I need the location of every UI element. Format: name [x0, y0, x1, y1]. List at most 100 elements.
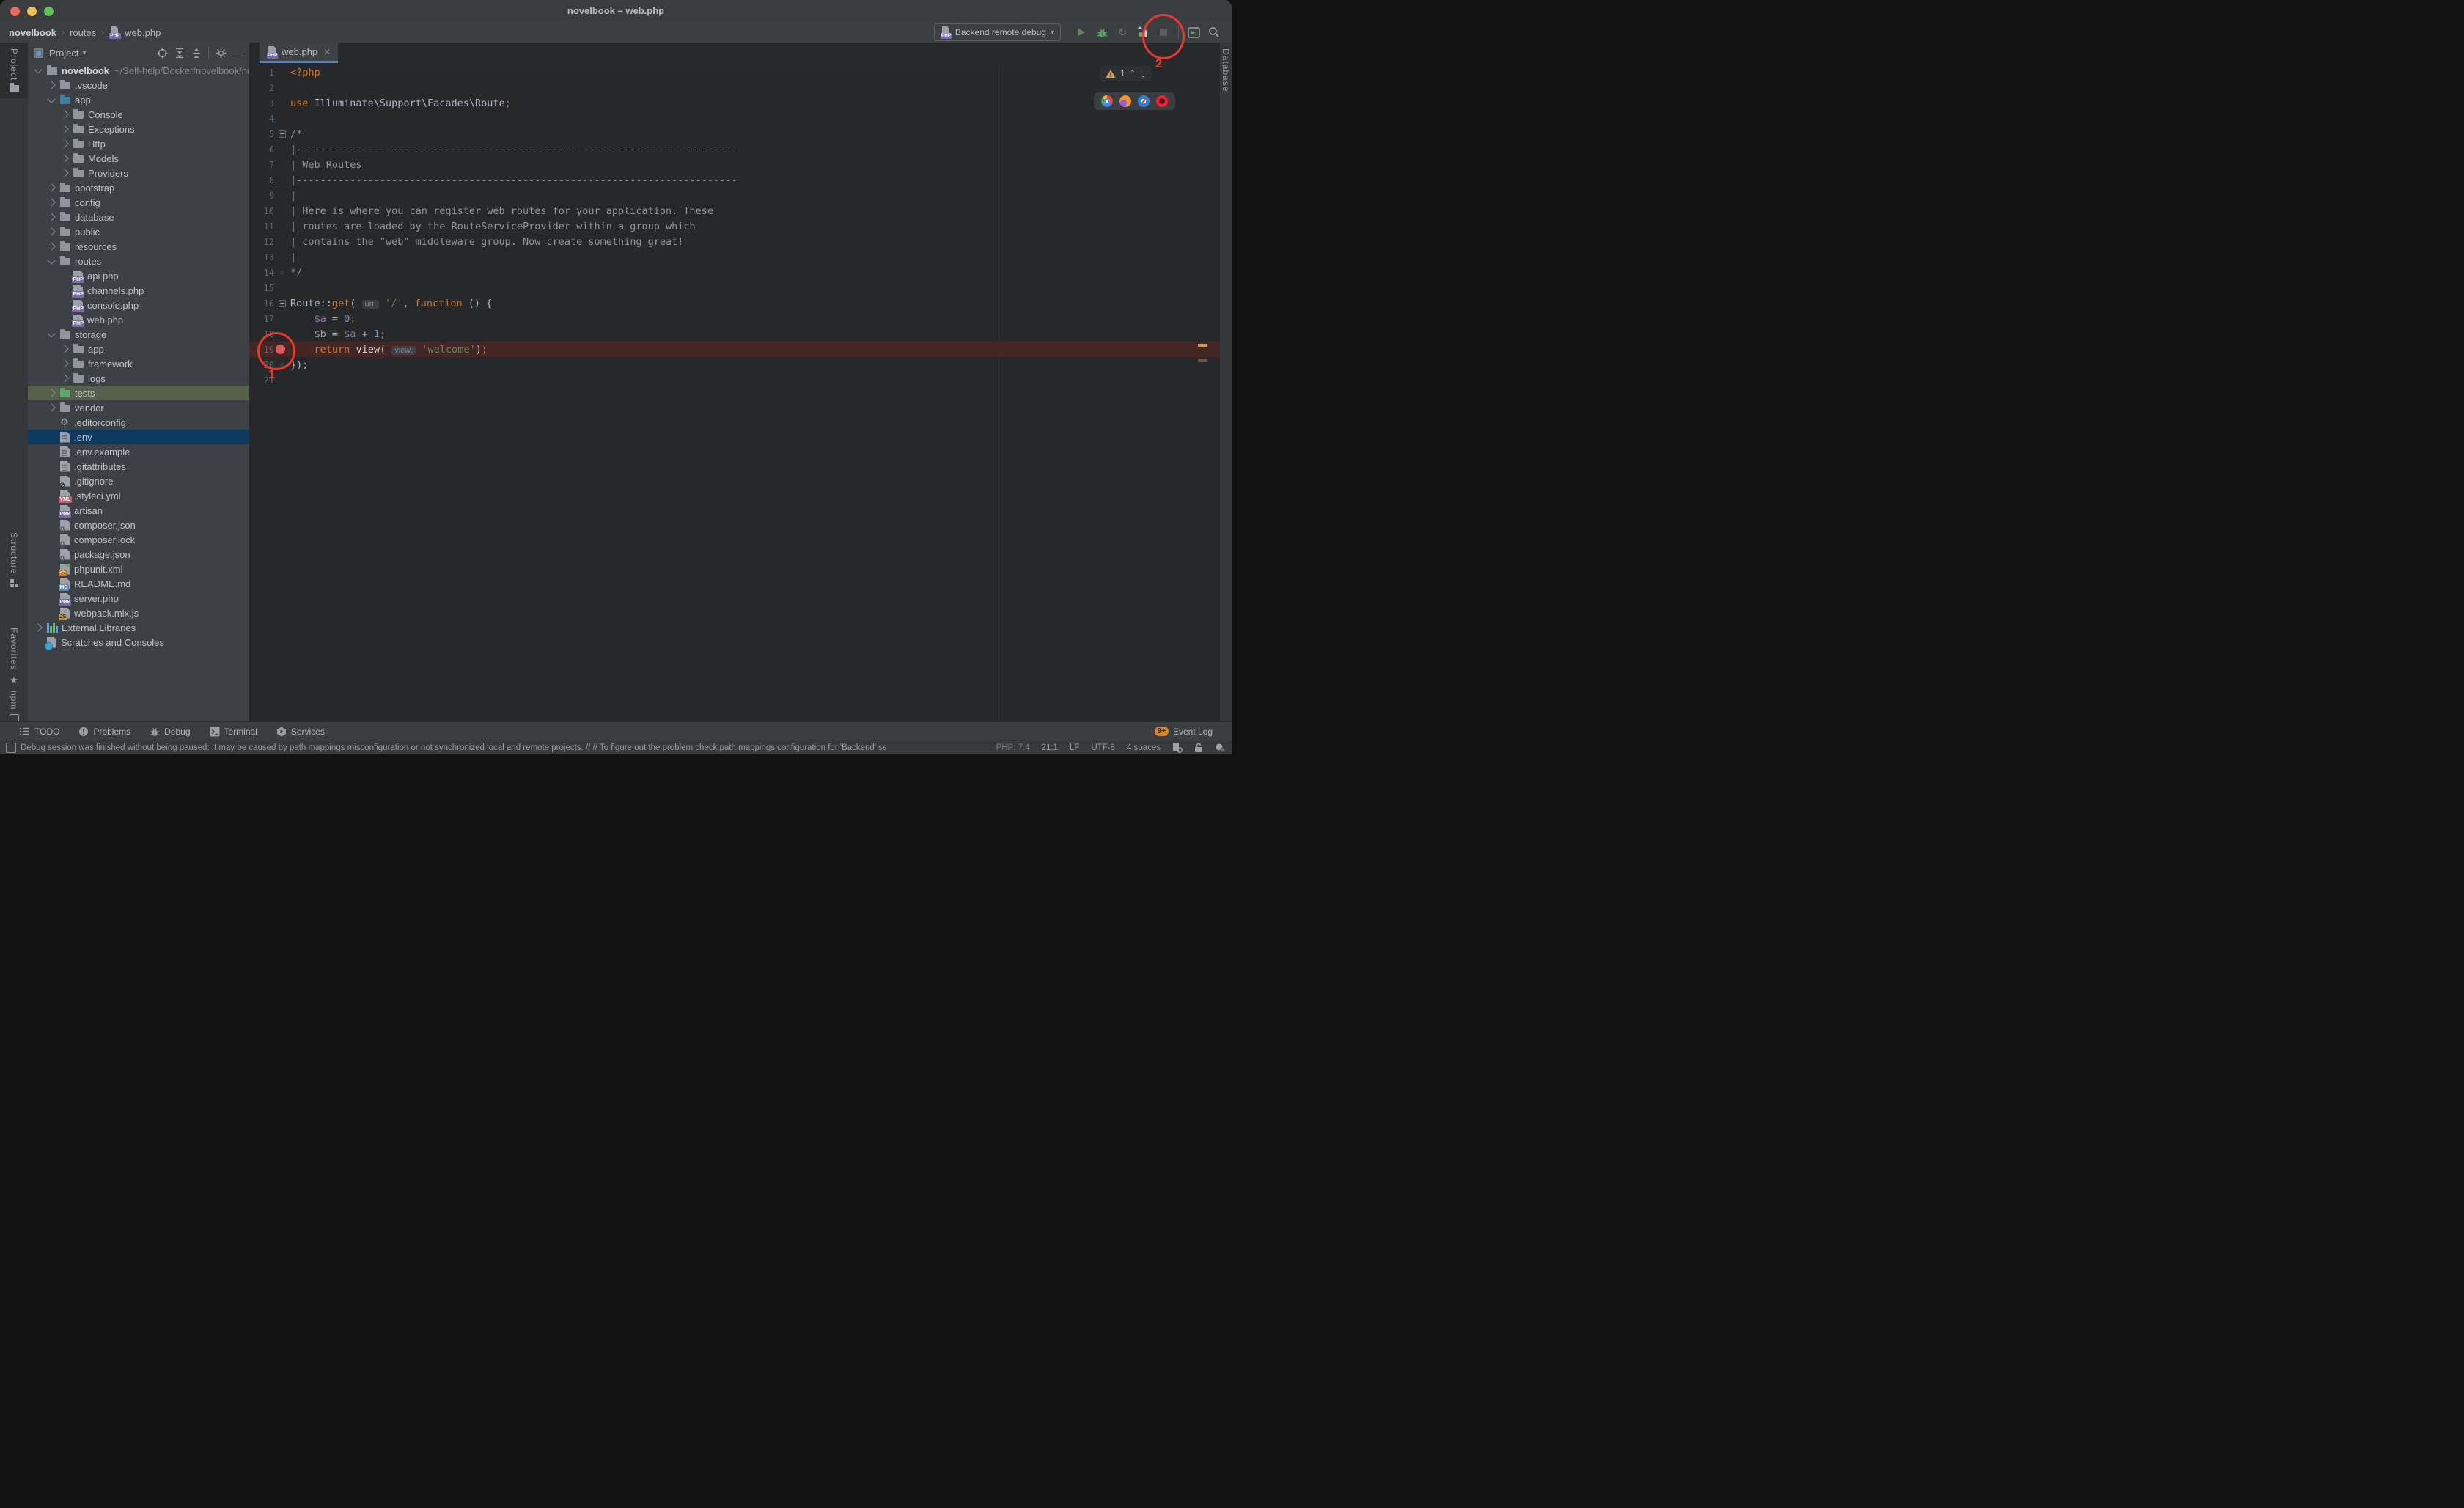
code-editor[interactable]: 1<?php23use Illuminate\Support\Facades\R… — [249, 63, 1220, 721]
hide-panel-icon[interactable]: — — [233, 49, 243, 56]
chevron-down-icon[interactable] — [47, 256, 55, 264]
tree-item-scratches-and-consoles[interactable]: Scratches and Consoles — [28, 635, 249, 650]
fold-marker-icon[interactable] — [279, 130, 286, 138]
tree-item-package-json[interactable]: {}package.json — [28, 547, 249, 562]
fold-end-icon[interactable]: ⌂ — [280, 268, 284, 276]
tree-item-http[interactable]: Http — [28, 136, 249, 151]
sidebar-tab-database[interactable]: Database — [1220, 45, 1232, 95]
php-interpreter-icon[interactable] — [1172, 743, 1183, 753]
code-line-6[interactable]: 6|--------------------------------------… — [249, 141, 1220, 157]
chevron-right-icon[interactable] — [60, 169, 68, 177]
tree-item-storage[interactable]: storage — [28, 327, 249, 342]
safari-browser-icon[interactable] — [1138, 95, 1150, 107]
tree-item-server-php[interactable]: PHPserver.php — [28, 591, 249, 606]
chevron-right-icon[interactable] — [60, 139, 68, 147]
tree-item-console-php[interactable]: PHPconsole.php — [28, 298, 249, 312]
line-number[interactable]: 4 — [249, 114, 274, 124]
error-stripe-warning[interactable] — [1198, 344, 1207, 347]
tree-item-console[interactable]: Console — [28, 107, 249, 122]
event-log-button[interactable]: 9+ Event Log — [1155, 727, 1213, 737]
chevron-right-icon[interactable] — [60, 110, 68, 118]
line-number[interactable]: 7 — [249, 160, 274, 170]
tree-item-logs[interactable]: logs — [28, 371, 249, 386]
chevron-right-icon[interactable] — [47, 198, 55, 206]
tree-item-composer-lock[interactable]: {}composer.lock — [28, 532, 249, 547]
line-number[interactable]: 15 — [249, 283, 274, 293]
chevron-right-icon[interactable] — [47, 403, 55, 411]
gear-icon[interactable] — [216, 48, 227, 59]
locate-file-icon[interactable] — [157, 48, 168, 59]
toolwindow-button-terminal[interactable]: Terminal — [210, 727, 257, 737]
chevron-right-icon[interactable] — [47, 389, 55, 397]
code-line-18[interactable]: 18 $b = $a + 1; — [249, 326, 1220, 342]
chevron-right-icon[interactable] — [60, 374, 68, 382]
code-line-11[interactable]: 11| routes are loaded by the RouteServic… — [249, 218, 1220, 234]
tree-item-vendor[interactable]: vendor — [28, 400, 249, 415]
tree-item-database[interactable]: database — [28, 210, 249, 224]
tree-item-web-php[interactable]: PHPweb.php — [28, 312, 249, 327]
tree-item-external-libraries[interactable]: External Libraries — [28, 620, 249, 635]
code-line-13[interactable]: 13| — [249, 249, 1220, 265]
debug-button[interactable] — [1093, 23, 1111, 41]
toolwindow-button-problems[interactable]: Problems — [78, 727, 130, 737]
code-line-20[interactable]: 20⌂}); — [249, 357, 1220, 372]
toolwindow-button-todo[interactable]: TODO — [19, 727, 59, 737]
inspection-widget[interactable]: 1 ⌃ ⌃ — [1100, 66, 1152, 81]
tree-item-config[interactable]: config — [28, 195, 249, 210]
tree-item--env[interactable]: .env — [28, 430, 249, 444]
tree-item-tests[interactable]: tests — [28, 386, 249, 400]
code-line-4[interactable]: 4 — [249, 111, 1220, 126]
tree-item-public[interactable]: public — [28, 224, 249, 239]
expand-all-icon[interactable] — [174, 48, 185, 59]
tree-item-routes[interactable]: routes — [28, 254, 249, 268]
chevron-right-icon[interactable] — [60, 125, 68, 133]
tree-item-channels-php[interactable]: PHPchannels.php — [28, 283, 249, 298]
tree-item-app[interactable]: app — [28, 92, 249, 107]
tree-item-app[interactable]: app — [28, 342, 249, 356]
toolwindow-toggle-icon[interactable] — [6, 743, 16, 753]
chevron-right-icon[interactable] — [60, 154, 68, 162]
tree-item-artisan[interactable]: PHPartisan — [28, 503, 249, 518]
line-number[interactable]: 9 — [249, 191, 274, 201]
line-number[interactable]: 6 — [249, 144, 274, 155]
run-configuration-select[interactable]: PHP Backend remote debug ▾ — [934, 23, 1061, 41]
php-version[interactable]: PHP: 7.4 — [996, 743, 1030, 752]
chevron-right-icon[interactable] — [47, 242, 55, 250]
code-line-14[interactable]: 14⌂*/ — [249, 265, 1220, 280]
chevron-right-icon[interactable] — [47, 81, 55, 89]
toolwindow-button-services[interactable]: Services — [276, 727, 325, 737]
tree-item--env-example[interactable]: .env.example — [28, 444, 249, 459]
chevron-down-icon[interactable] — [47, 95, 55, 103]
breadcrumb-file[interactable]: web.php — [125, 27, 161, 38]
tree-item--editorconfig[interactable]: ⚙.editorconfig — [28, 415, 249, 430]
tree-item-phpunit-xml[interactable]: <>phpunit.xml — [28, 562, 249, 576]
line-number[interactable]: 8 — [249, 175, 274, 185]
code-line-2[interactable]: 2 — [249, 80, 1220, 95]
close-tab-icon[interactable]: ✕ — [323, 47, 331, 57]
tree-item--styleci-yml[interactable]: YML.styleci.yml — [28, 488, 249, 503]
tree-item--vscode[interactable]: .vscode — [28, 78, 249, 92]
sidebar-tab-project[interactable]: Project — [0, 43, 28, 98]
tree-item-providers[interactable]: Providers — [28, 166, 249, 180]
code-line-15[interactable]: 15 — [249, 280, 1220, 295]
line-number[interactable]: 5 — [249, 129, 274, 139]
tree-item-api-php[interactable]: PHPapi.php — [28, 268, 249, 283]
caret-position[interactable]: 21:1 — [1042, 743, 1058, 752]
code-line-16[interactable]: 16Route::get( uri: '/', function () { — [249, 295, 1220, 311]
tree-item--gitignore[interactable]: ⊘.gitignore — [28, 474, 249, 488]
firefox-browser-icon[interactable] — [1119, 95, 1131, 107]
code-line-7[interactable]: 7| Web Routes — [249, 157, 1220, 172]
tree-item-resources[interactable]: resources — [28, 239, 249, 254]
code-line-21[interactable]: 21 — [249, 372, 1220, 388]
chevron-down-icon[interactable] — [47, 329, 55, 337]
collapse-all-icon[interactable] — [191, 48, 202, 59]
line-number[interactable]: 11 — [249, 221, 274, 232]
code-line-8[interactable]: 8|--------------------------------------… — [249, 172, 1220, 188]
run-anything-console-button[interactable] — [1185, 23, 1202, 41]
line-number[interactable]: 3 — [249, 98, 274, 108]
run-button[interactable] — [1073, 23, 1090, 41]
line-number[interactable]: 13 — [249, 252, 274, 262]
error-stripe-mark[interactable] — [1198, 359, 1207, 362]
code-line-17[interactable]: 17 $a = 0; — [249, 311, 1220, 326]
code-line-3[interactable]: 3use Illuminate\Support\Facades\Route; — [249, 95, 1220, 111]
